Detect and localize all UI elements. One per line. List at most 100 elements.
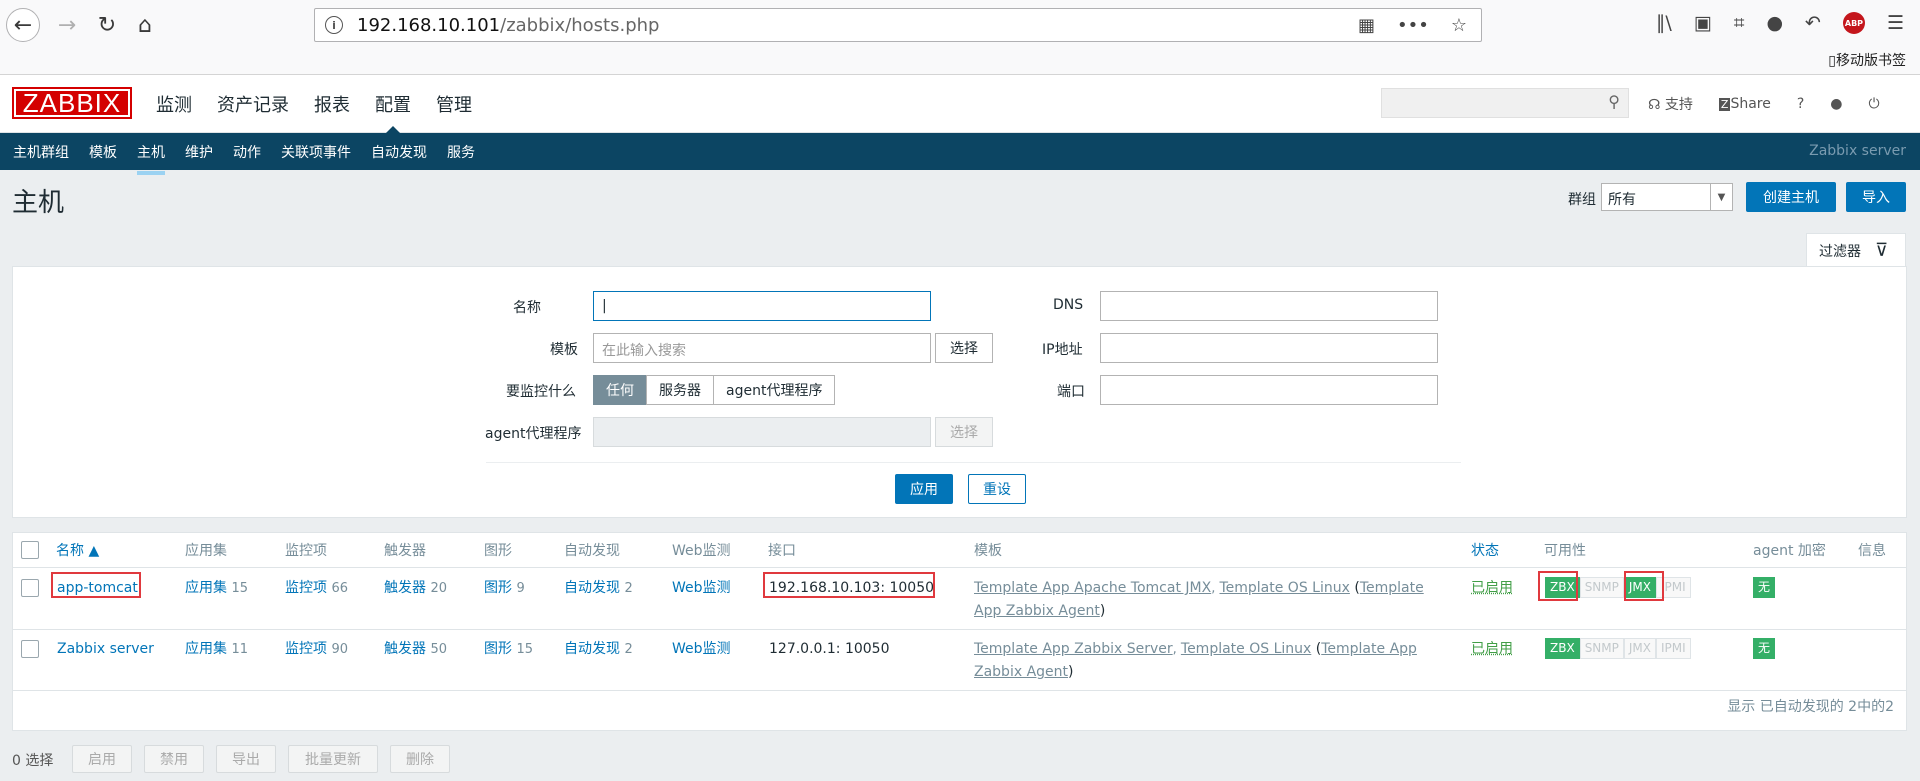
triggers-cell: 触发器 50 [384,638,447,661]
row-checkbox[interactable] [21,640,39,658]
encryption-badge: 无 [1753,638,1776,659]
qr-code-icon[interactable]: ▦ [1358,15,1375,36]
url-bar[interactable]: i 192.168.10.101/zabbix/hosts.php ▦ ••• … [314,8,1482,42]
menu-inventory[interactable]: 资产记录 [217,91,289,117]
chat-icon[interactable]: ● [1766,12,1783,34]
support-link[interactable]: ☊ 支持 [1648,94,1693,114]
items-count: 90 [331,642,348,657]
monitor-any[interactable]: 任何 [593,375,647,405]
monitor-proxy[interactable]: agent代理程序 [713,375,836,405]
items-link[interactable]: 监控项 [285,580,327,596]
undo-icon[interactable]: ↶ [1805,12,1821,34]
highlight-box [1538,571,1578,601]
monitor-server[interactable]: 服务器 [646,375,714,405]
zabbix-logo[interactable]: ZABBIX [12,87,132,119]
ip-input[interactable] [1100,333,1438,363]
forward-arrow-icon[interactable]: → [50,8,84,42]
host-name-link[interactable]: Zabbix server [57,638,154,660]
import-button[interactable]: 导入 [1846,182,1906,212]
filter-funnel-icon: ⊽ [1875,240,1889,261]
template-link[interactable]: Template OS Linux [1219,580,1349,596]
col-apps: 应用集 [185,543,227,559]
create-host-button[interactable]: 创建主机 [1746,182,1836,212]
status-enabled-link[interactable]: 已启用 [1471,638,1513,660]
browser-toolbar: ← → ↻ ⌂ i 192.168.10.101/zabbix/hosts.ph… [0,0,1920,75]
dns-input[interactable] [1100,291,1438,321]
apps-link[interactable]: 应用集 [185,580,227,596]
reload-icon[interactable]: ↻ [90,8,124,42]
discovery-link[interactable]: 自动发现 [564,641,620,657]
availability-badges: ZBX SNMP JMX IPMI [1545,638,1691,663]
subnav-host-groups[interactable]: 主机群组 [13,142,69,162]
apps-link[interactable]: 应用集 [185,641,227,657]
subnav-discovery[interactable]: 自动发现 [371,142,427,162]
proxy-label: agent代理程序 [485,426,582,442]
select-all-checkbox[interactable] [21,541,39,559]
triggers-link[interactable]: 触发器 [384,641,426,657]
sidebar-icon[interactable]: ▣ [1694,12,1712,34]
template-select-button[interactable]: 选择 [935,333,993,363]
subnav-maintenance[interactable]: 维护 [185,142,213,162]
help-link[interactable]: ? [1797,96,1804,112]
subnav-services[interactable]: 服务 [447,142,475,162]
search-icon[interactable]: ⚲ [1608,92,1620,111]
template-link[interactable]: Template App Zabbix Server [974,641,1173,657]
menu-reports[interactable]: 报表 [314,91,350,117]
mobile-bookmarks[interactable]: ▯移动版书签 [1828,50,1906,70]
global-search-input[interactable]: ⚲ [1381,88,1629,118]
subnav-actions[interactable]: 动作 [233,142,261,162]
template-input[interactable]: 在此输入搜索 [593,333,931,363]
more-actions-icon[interactable]: ••• [1397,15,1429,36]
template-link[interactable]: Template App Apache Tomcat JMX [974,580,1211,596]
graphs-cell: 图形 15 [484,638,533,661]
adblock-icon[interactable]: ABP [1842,12,1865,34]
proxy-select-button: 选择 [935,417,993,447]
web-link[interactable]: Web监测 [672,577,731,599]
triggers-count: 50 [430,642,447,657]
row-checkbox[interactable] [21,579,39,597]
disable-button: 禁用 [144,745,204,773]
port-input[interactable] [1100,375,1438,405]
row-divider [13,629,1906,630]
bookmark-star-icon[interactable]: ☆ [1451,15,1467,36]
group-select[interactable]: 所有 ▼ [1601,183,1733,211]
share-logo-icon: Z [1718,98,1731,111]
graphs-link[interactable]: 图形 [484,641,512,657]
reset-button[interactable]: 重设 [968,474,1026,504]
menu-configuration[interactable]: 配置 [375,91,411,133]
apply-button[interactable]: 应用 [895,474,953,504]
support-label: 支持 [1664,97,1693,113]
template-paren: ( [1349,580,1360,596]
share-link[interactable]: Z Share [1718,96,1771,112]
user-profile-icon[interactable]: ● [1830,96,1842,112]
logout-icon[interactable]: ⏻ [1869,96,1880,112]
filter-tab[interactable]: 过滤器 ⊽ [1806,233,1906,267]
name-input[interactable]: | [593,291,931,321]
page-header: 主机 群组 所有 ▼ 创建主机 导入 [0,170,1920,230]
subnav-hosts[interactable]: 主机 [137,142,165,175]
library-icon[interactable]: ∥\ [1656,12,1672,34]
header-divider [13,567,1906,568]
template-link[interactable]: Template OS Linux [1181,641,1311,657]
site-info-icon[interactable]: i [325,16,343,34]
subnav-correlation[interactable]: 关联项事件 [281,142,351,162]
chevron-down-icon[interactable]: ▼ [1710,184,1732,210]
col-status[interactable]: 状态 [1471,533,1499,567]
status-enabled-link[interactable]: 已启用 [1471,577,1513,599]
triggers-link[interactable]: 触发器 [384,580,426,596]
home-icon[interactable]: ⌂ [128,8,162,42]
web-link[interactable]: Web监测 [672,638,731,660]
discovery-link[interactable]: 自动发现 [564,580,620,596]
back-arrow-icon[interactable]: ← [6,8,40,42]
server-name: Zabbix server [1809,143,1906,159]
menu-monitoring[interactable]: 监测 [156,91,192,117]
col-name[interactable]: 名称 ▲ [56,533,99,567]
page-title: 主机 [12,188,65,218]
crop-icon[interactable]: ⌗ [1734,12,1745,34]
menu-hamburger-icon[interactable]: ☰ [1887,12,1904,34]
graphs-link[interactable]: 图形 [484,580,512,596]
menu-administration[interactable]: 管理 [436,91,472,117]
items-link[interactable]: 监控项 [285,641,327,657]
subnav-templates[interactable]: 模板 [89,142,117,162]
templates-cell: Template App Apache Tomcat JMX, Template… [974,577,1444,622]
